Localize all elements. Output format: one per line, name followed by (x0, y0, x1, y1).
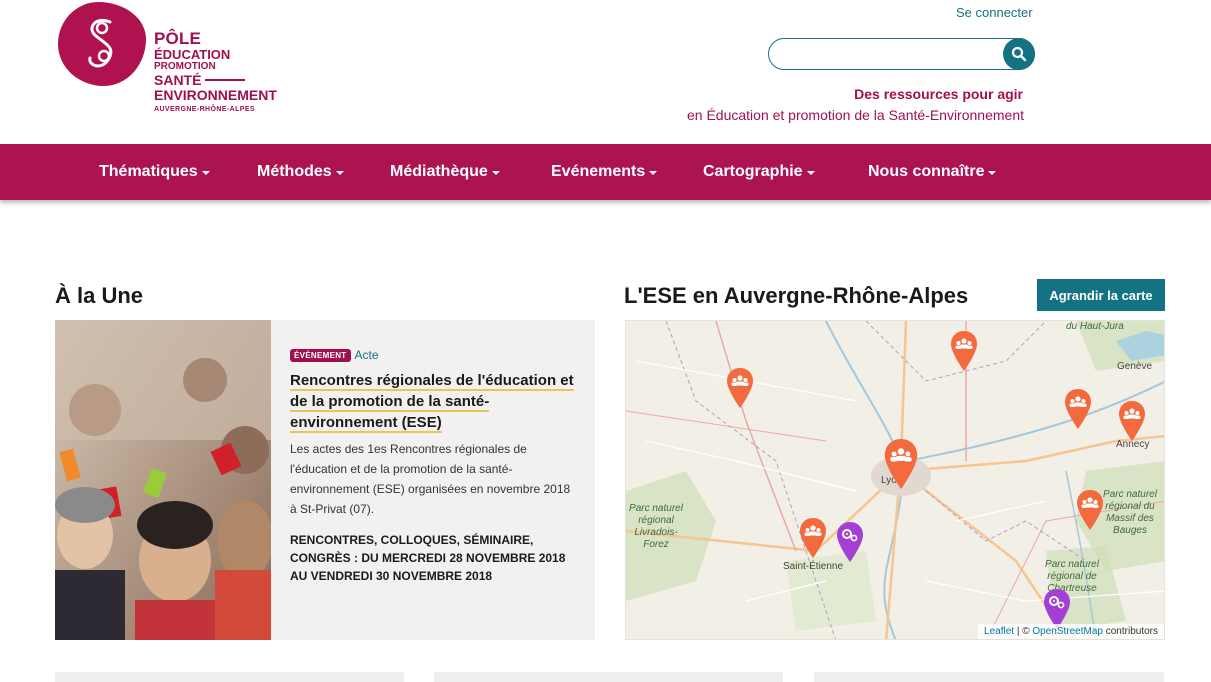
nav-item-cartographie[interactable]: Cartographie (703, 144, 815, 200)
nav-label: Nous connaître (868, 163, 985, 180)
tag-acte[interactable]: Acte (355, 348, 379, 362)
map[interactable]: Lyon Genève Annecy Saint-Étienne du Haut… (625, 320, 1165, 640)
nav-item-methodes[interactable]: Méthodes (257, 144, 344, 200)
tagline-bold: Des ressources pour agir (854, 86, 1023, 102)
login-link[interactable]: Se connecter (956, 5, 1033, 20)
nav-item-evenements[interactable]: Evénements (551, 144, 658, 200)
logo-line-environnement: ENVIRONNEMENT (154, 87, 277, 103)
logo-sante-text: SANTÉ (154, 72, 202, 88)
featured-card[interactable]: ÉVÈNEMENT Acte Rencontres régionales de … (55, 320, 595, 640)
featured-date: RENCONTRES, COLLOQUES, SÉMINAIRE, CONGRÈ… (290, 533, 566, 583)
featured-tags: ÉVÈNEMENT Acte (290, 348, 580, 362)
search-button[interactable] (1003, 38, 1035, 70)
logo-text: PÔLE ÉDUCATION PROMOTION SANTÉ ENVIRONNE… (154, 30, 277, 113)
section-title-une: À la Une (55, 283, 144, 308)
map-pin-purple-icon[interactable] (837, 522, 863, 562)
nav-item-nous-connaitre[interactable]: Nous connaître (868, 144, 997, 200)
nav-label: Médiathèque (390, 163, 488, 180)
featured-description: Les actes des 1es Rencontres régionales … (290, 442, 571, 516)
logo-mark-icon (88, 19, 113, 68)
logo-line-pole: PÔLE (154, 29, 202, 48)
map-pin-orange-icon[interactable] (1077, 490, 1103, 530)
nav-label: Thématiques (99, 163, 198, 180)
bottom-card-3 (814, 672, 1164, 682)
nav-item-thematiques[interactable]: Thématiques (99, 144, 210, 200)
search-icon (1011, 46, 1027, 62)
caret-down-icon (988, 171, 997, 175)
main-nav: Thématiques Méthodes Médiathèque Evéneme… (0, 144, 1211, 200)
osm-link[interactable]: OpenStreetMap (1032, 626, 1103, 637)
map-label-jura: du Haut-Jura (1066, 321, 1124, 332)
caret-down-icon (335, 171, 344, 175)
tagline: en Éducation et promotion de la Santé-En… (687, 107, 1024, 123)
logo-line-region: AUVERGNE-RHÔNE-ALPES (154, 106, 255, 113)
nav-label: Evénements (551, 163, 646, 180)
featured-photo (55, 320, 271, 640)
logo-line-promotion: PROMOTION (154, 61, 216, 72)
featured-photo-image (55, 320, 271, 640)
enlarge-map-button[interactable]: Agrandir la carte (1037, 279, 1165, 311)
logo-line-sante: SANTÉ (154, 73, 277, 87)
map-pin-orange-icon[interactable] (884, 439, 918, 489)
map-label-saint-etienne: Saint-Étienne (783, 561, 844, 572)
map-pin-orange-icon[interactable] (951, 331, 977, 371)
map-pin-orange-icon[interactable] (800, 518, 826, 558)
caret-down-icon (806, 171, 815, 175)
event-badge[interactable]: ÉVÈNEMENT (290, 348, 351, 362)
featured-title[interactable]: Rencontres régionales de l'éducation et … (290, 370, 580, 433)
leaflet-link[interactable]: Leaflet (984, 626, 1014, 637)
featured-title-text[interactable]: Rencontres régionales de l'éducation et … (290, 372, 574, 433)
bottom-card-1 (55, 672, 404, 682)
nav-label: Méthodes (257, 163, 332, 180)
search-input[interactable] (768, 38, 1035, 70)
featured-body: ÉVÈNEMENT Acte Rencontres régionales de … (290, 348, 580, 585)
caret-down-icon (649, 171, 658, 175)
site-logo[interactable]: PÔLE ÉDUCATION PROMOTION SANTÉ ENVIRONNE… (58, 2, 288, 122)
bottom-card-2 (434, 672, 783, 682)
map-attribution: Leaflet | © OpenStreetMap contributors (978, 624, 1164, 639)
map-label-livradois: Parc naturel régional Livradois-Forez (629, 503, 683, 550)
logo-dash (205, 79, 246, 81)
map-pin-orange-icon[interactable] (1065, 389, 1091, 429)
section-title-ese: L'ESE en Auvergne-Rhône-Alpes (624, 283, 969, 308)
map-label-bauges: Parc naturel régional du Massif des Baug… (1103, 489, 1157, 536)
caret-down-icon (201, 171, 210, 175)
caret-down-icon (491, 171, 500, 175)
map-label-geneve: Genève (1117, 361, 1153, 372)
map-pin-orange-icon[interactable] (727, 368, 753, 408)
search-box (768, 38, 1035, 70)
map-pin-orange-icon[interactable] (1119, 401, 1145, 441)
attribution-contributors: contributors (1105, 626, 1158, 637)
attribution-sep: | © (1016, 626, 1030, 637)
logo-line-education: ÉDUCATION (154, 47, 231, 62)
map-pin-purple-icon[interactable] (1044, 589, 1070, 629)
nav-label: Cartographie (703, 163, 803, 180)
nav-item-mediatheque[interactable]: Médiathèque (390, 144, 500, 200)
